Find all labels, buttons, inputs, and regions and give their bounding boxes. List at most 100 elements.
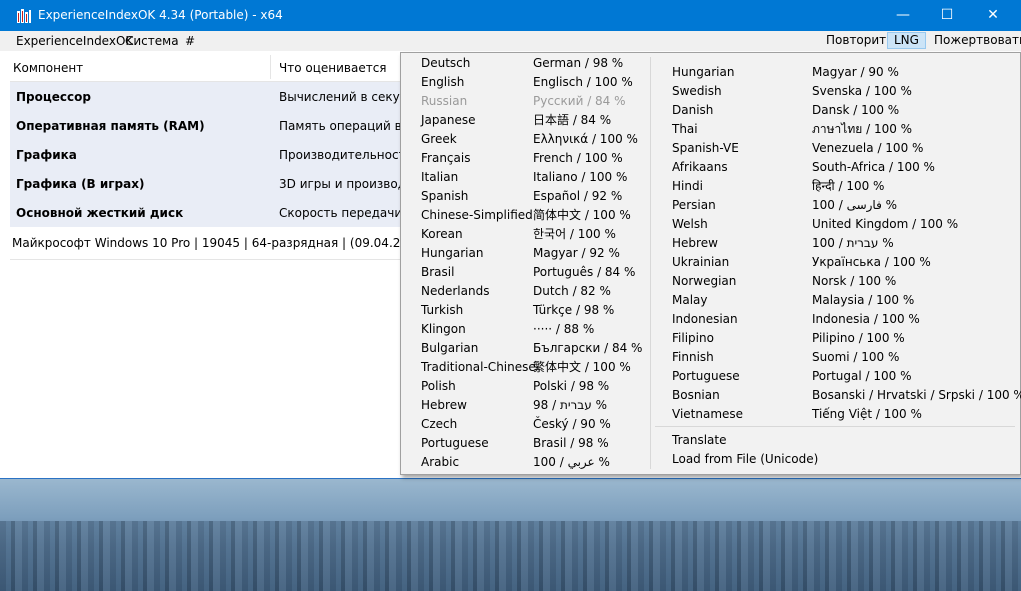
language-name: Norwegian — [672, 274, 737, 288]
language-name: Persian — [672, 198, 716, 212]
language-native-name: 日本語 / 84 % — [533, 113, 612, 127]
language-native-name: Dutch / 82 % — [533, 284, 611, 298]
language-native-name: German / 98 % — [533, 56, 624, 70]
language-name: Hungarian — [672, 65, 735, 79]
language-name: Italian — [421, 170, 459, 184]
language-name: Japanese — [421, 113, 476, 127]
app-window: ExperienceIndexOK 4.34 (Portable) - x64 … — [0, 0, 1021, 478]
row-component: Графика (В играх) — [16, 177, 145, 191]
language-native-name: Tiếng Việt / 100 % — [812, 407, 922, 421]
system-info-text: Майкрософт Windows 10 Pro | 19045 | 64-р… — [12, 236, 424, 250]
language-name: Afrikaans — [672, 160, 728, 174]
language-native-name: French / 100 % — [533, 151, 623, 165]
language-native-name: Svenska / 100 % — [812, 84, 912, 98]
language-name: Portuguese — [672, 369, 740, 383]
menu-system[interactable]: Система — [125, 34, 179, 48]
row-component: Процессор — [16, 90, 91, 104]
language-name: Vietnamese — [672, 407, 744, 421]
menu-experienceindexok[interactable]: ExperienceIndexOK — [16, 34, 133, 48]
desktop-wallpaper-city — [0, 521, 1021, 591]
language-name: Brasil — [421, 265, 455, 279]
language-native-name: South-Africa / 100 % — [812, 160, 935, 174]
language-name: Chinese-Simplified — [421, 208, 533, 222]
maximize-button[interactable]: ☐ — [924, 0, 970, 31]
language-native-name: 한국어 / 100 % — [533, 227, 616, 241]
minimize-button[interactable]: — — [880, 0, 926, 31]
language-native-name: Bosanski / Hrvatski / Srpski / 100 % — [812, 388, 1021, 402]
language-native-name: Malaysia / 100 % — [812, 293, 915, 307]
menu-hash[interactable]: # — [185, 34, 195, 48]
row-what: Память операций в с — [279, 119, 413, 133]
language-native-name: 100 / עברית % — [812, 236, 894, 250]
language-name: Portuguese — [421, 436, 489, 450]
language-native-name: हिन्दी / 100 % — [812, 179, 885, 193]
language-name: Greek — [421, 132, 457, 146]
language-native-name: ภาษาไทย / 100 % — [812, 122, 913, 136]
language-name: Turkish — [421, 303, 464, 317]
column-header-what[interactable]: Что оценивается — [279, 61, 387, 75]
language-native-name: Ελληνικά / 100 % — [533, 132, 638, 146]
row-what: 3D игры и производ — [279, 177, 407, 191]
language-name: Bosnian — [672, 388, 720, 402]
lng-button[interactable]: LNG — [887, 32, 926, 49]
menu-separator — [655, 426, 1015, 427]
language-native-name: Pilipino / 100 % — [812, 331, 905, 345]
language-name: Traditional-Chinese — [421, 360, 536, 374]
translate-menu-item[interactable]: Translate — [672, 431, 818, 450]
language-name: Spanish-VE — [672, 141, 739, 155]
donate-button[interactable]: Пожертвовать — [928, 32, 1021, 49]
language-native-name: Brasil / 98 % — [533, 436, 609, 450]
language-native-name: Español / 92 % — [533, 189, 623, 203]
language-name: Swedish — [672, 84, 722, 98]
language-name: Polish — [421, 379, 456, 393]
language-native-name: 100 / فارسی % — [812, 198, 898, 212]
language-native-name: Venezuela / 100 % — [812, 141, 924, 155]
language-name: Danish — [672, 103, 714, 117]
window-title: ExperienceIndexOK 4.34 (Portable) - x64 — [38, 8, 283, 22]
language-name: Arabic — [421, 455, 460, 469]
language-name: Ukrainian — [672, 255, 730, 269]
language-name: Bulgarian — [421, 341, 479, 355]
language-name: Russian — [421, 94, 468, 108]
language-name: Welsh — [672, 217, 708, 231]
column-divider[interactable] — [270, 55, 271, 79]
language-native-name: Englisch / 100 % — [533, 75, 633, 89]
language-native-name: Suomi / 100 % — [812, 350, 900, 364]
row-what: Производительность — [279, 148, 413, 162]
load-from-file-menu-item[interactable]: Load from File (Unicode) — [672, 450, 818, 469]
language-native-name: Portugal / 100 % — [812, 369, 912, 383]
language-native-name: ····· / 88 % — [533, 322, 595, 336]
language-native-name: Türkçe / 98 % — [533, 303, 615, 317]
language-extra-actions: Translate Load from File (Unicode) — [672, 431, 818, 469]
row-component: Основной жесткий диск — [16, 206, 184, 220]
language-name: Français — [421, 151, 471, 165]
row-what: Вычислений в секун — [279, 90, 408, 104]
language-name: Hungarian — [421, 246, 484, 260]
language-native-name: Magyar / 90 % — [812, 65, 899, 79]
row-what: Скорость передачи — [279, 206, 403, 220]
column-header-component[interactable]: Компонент — [13, 61, 83, 75]
language-name: Nederlands — [421, 284, 490, 298]
close-button[interactable]: ✕ — [970, 0, 1016, 31]
language-name: Hindi — [672, 179, 703, 193]
language-name: Malay — [672, 293, 708, 307]
row-component: Графика — [16, 148, 77, 162]
language-name: Indonesian — [672, 312, 738, 326]
language-name: English — [421, 75, 465, 89]
menu-column-separator — [650, 57, 651, 469]
language-menu: Deutsch German / 98 % English Englisch / 10… — [400, 52, 1021, 475]
language-name: Filipino — [672, 331, 714, 345]
title-bar[interactable]: ExperienceIndexOK 4.34 (Portable) - x64 … — [0, 0, 1021, 31]
language-native-name: Русский / 84 % — [533, 94, 626, 108]
row-component: Оперативная память (RAM) — [16, 119, 205, 133]
language-native-name: 100 / عربي % — [533, 455, 610, 469]
language-name: Korean — [421, 227, 463, 241]
language-native-name: Norsk / 100 % — [812, 274, 897, 288]
language-native-name: 繁体中文 / 100 % — [533, 360, 631, 374]
language-native-name: Български / 84 % — [533, 341, 643, 355]
language-native-name: United Kingdom / 100 % — [812, 217, 959, 231]
language-native-name: Indonesia / 100 % — [812, 312, 920, 326]
language-native-name: Dansk / 100 % — [812, 103, 900, 117]
menu-bar: ExperienceIndexOK Система # Повторить LN… — [0, 31, 1021, 51]
app-icon — [17, 9, 31, 23]
